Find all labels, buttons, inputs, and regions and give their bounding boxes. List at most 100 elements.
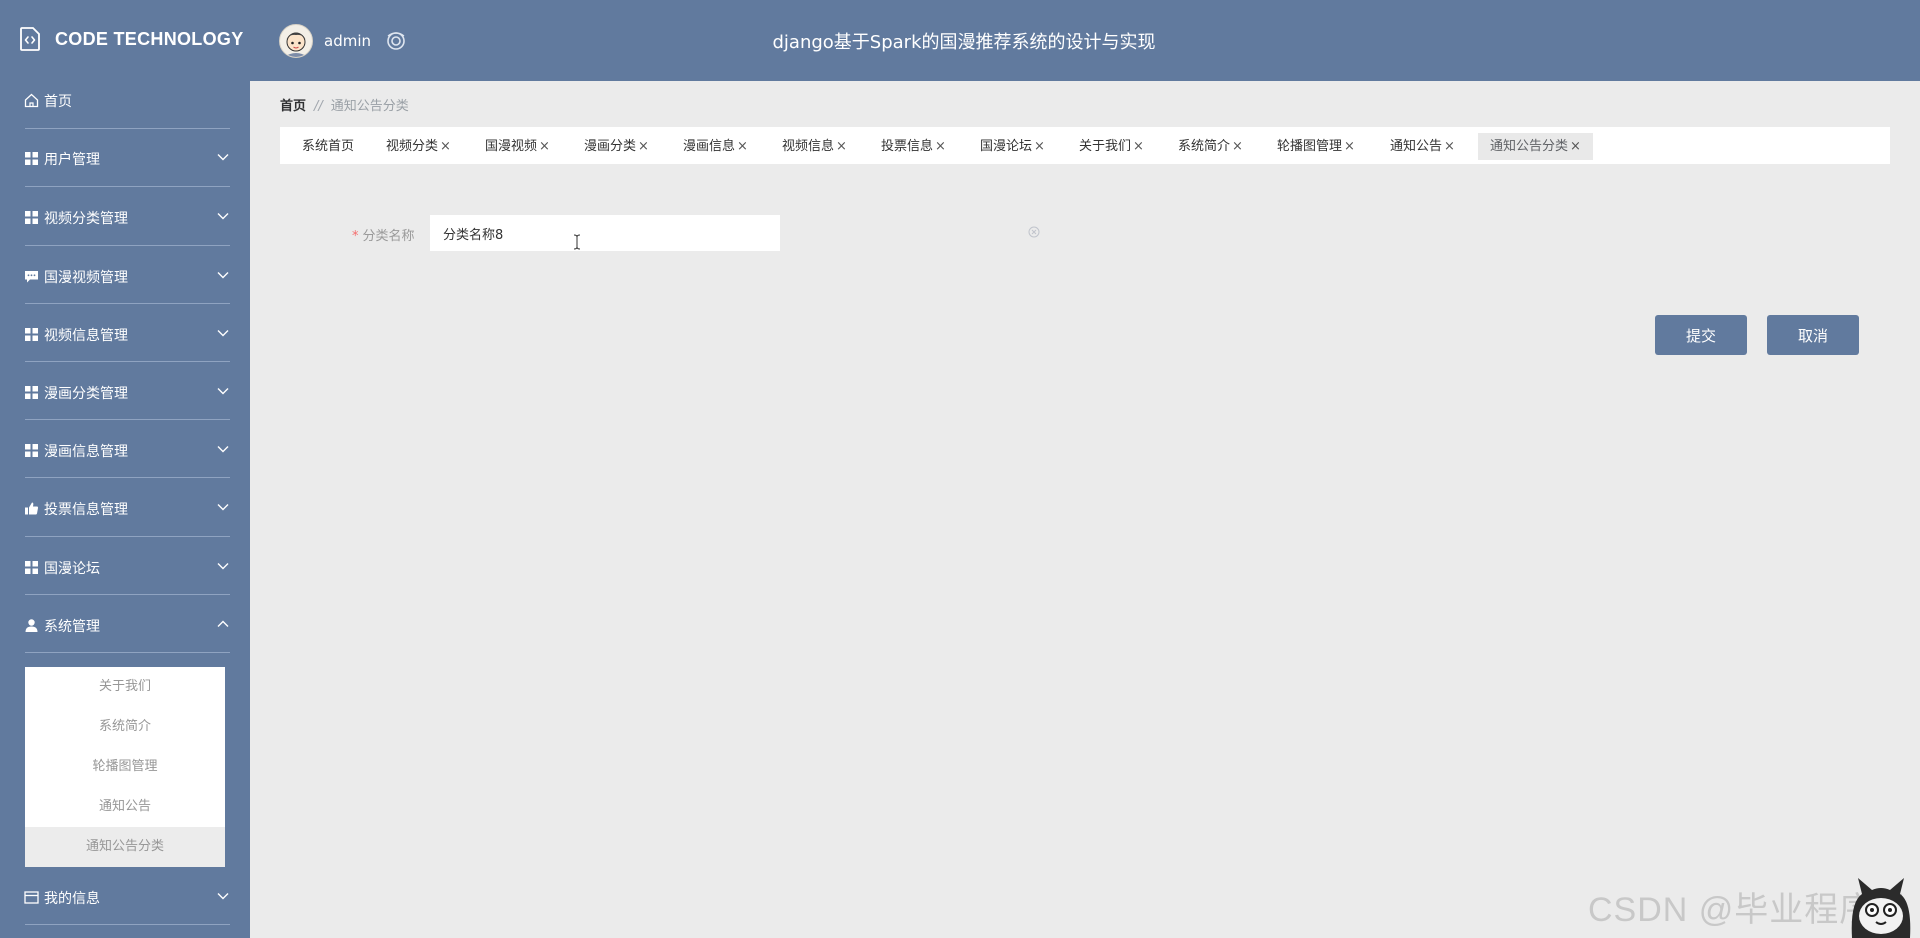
sidebar-item-label: 国漫论坛 — [44, 561, 100, 577]
tab-system-intro[interactable]: 系统简介 × — [1166, 133, 1255, 160]
sidebar-item-anime-video[interactable]: 国漫视频管理 — [0, 257, 250, 295]
close-icon[interactable]: × — [1133, 139, 1144, 154]
breadcrumb-separator: // — [314, 99, 323, 114]
category-name-label: * 分类名称 — [352, 225, 415, 244]
sidebar-item-vote-info[interactable]: 投票信息管理 — [0, 489, 250, 527]
submenu-item-notice-category[interactable]: 通知公告分类 — [25, 827, 225, 867]
tab-label: 关于我们 — [1079, 139, 1132, 154]
tab-label: 漫画分类 — [584, 139, 637, 154]
tab-comic-category[interactable]: 漫画分类 × — [572, 133, 661, 160]
divider — [25, 186, 230, 187]
close-icon[interactable]: × — [1034, 139, 1045, 154]
chevron-up-icon — [217, 620, 229, 627]
sidebar-item-my-info[interactable]: 我的信息 — [0, 878, 250, 916]
tab-vote-info[interactable]: 投票信息 × — [869, 133, 958, 160]
tab-forum[interactable]: 国漫论坛 × — [968, 133, 1057, 160]
tab-label: 视频信息 — [782, 139, 835, 154]
submenu-item-carousel[interactable]: 轮播图管理 — [25, 747, 225, 787]
close-icon[interactable]: × — [836, 139, 847, 154]
tab-label: 轮播图管理 — [1277, 139, 1343, 154]
cancel-button[interactable]: 取消 — [1767, 315, 1859, 355]
sidebar-item-comic-info[interactable]: 漫画信息管理 — [0, 431, 250, 469]
home-icon — [24, 93, 39, 108]
submenu-item-about[interactable]: 关于我们 — [25, 667, 225, 707]
mascot-cat-icon — [1851, 878, 1911, 938]
sidebar-item-label: 用户管理 — [44, 152, 100, 168]
sidebar-item-comic-category[interactable]: 漫画分类管理 — [0, 373, 250, 411]
close-icon[interactable]: × — [1344, 139, 1355, 154]
sidebar-item-system-management[interactable]: 系统管理 — [0, 606, 250, 644]
chevron-down-icon — [217, 213, 229, 220]
tab-notice-category[interactable]: 通知公告分类 × — [1478, 133, 1593, 160]
divider — [25, 477, 230, 478]
close-icon[interactable]: × — [1444, 139, 1455, 154]
tab-anime-video[interactable]: 国漫视频 × — [473, 133, 562, 160]
close-icon[interactable]: × — [638, 139, 649, 154]
chevron-down-icon — [217, 154, 229, 161]
tab-video-category[interactable]: 视频分类 × — [374, 133, 463, 160]
chat-icon — [25, 271, 38, 283]
category-name-input[interactable] — [430, 215, 780, 251]
chevron-down-icon — [217, 388, 229, 395]
tab-carousel[interactable]: 轮播图管理 × — [1265, 133, 1367, 160]
grid-icon — [25, 152, 38, 165]
sidebar-item-user-management[interactable]: 用户管理 — [0, 139, 250, 177]
close-icon[interactable]: × — [737, 139, 748, 154]
sidebar-item-label: 系统管理 — [44, 619, 100, 635]
breadcrumb: 首页 // 通知公告分类 — [280, 95, 409, 114]
breadcrumb-home[interactable]: 首页 — [280, 99, 306, 114]
tab-label: 系统简介 — [1178, 139, 1231, 154]
sidebar-item-home[interactable]: 首页 — [0, 81, 250, 119]
close-icon[interactable]: × — [1570, 139, 1581, 154]
tab-comic-info[interactable]: 漫画信息 × — [671, 133, 760, 160]
chevron-down-icon — [217, 504, 229, 511]
sidebar-item-label: 视频信息管理 — [44, 328, 128, 344]
divider — [25, 924, 230, 925]
sidebar: 首页 用户管理 视频分类管理 国漫视频管理 视频信息管理 漫画分类管理 漫画信息… — [0, 81, 250, 938]
chevron-down-icon — [217, 446, 229, 453]
sidebar-item-video-category[interactable]: 视频分类管理 — [0, 198, 250, 236]
user-icon — [25, 619, 38, 632]
grid-icon — [25, 211, 38, 224]
submit-button[interactable]: 提交 — [1655, 315, 1747, 355]
sidebar-item-label: 首页 — [44, 94, 72, 110]
tab-label: 投票信息 — [881, 139, 934, 154]
sidebar-item-forum[interactable]: 国漫论坛 — [0, 548, 250, 586]
tab-label: 通知公告分类 — [1490, 139, 1569, 154]
text-cursor-icon — [573, 234, 581, 250]
divider — [25, 419, 230, 420]
tab-notice[interactable]: 通知公告 × — [1378, 133, 1467, 160]
tab-about[interactable]: 关于我们 × — [1067, 133, 1156, 160]
divider — [25, 303, 230, 304]
sidebar-item-label: 我的信息 — [44, 891, 100, 907]
chevron-down-icon — [217, 330, 229, 337]
label-text: 分类名称 — [362, 229, 415, 244]
sidebar-item-label: 视频分类管理 — [44, 211, 128, 227]
tab-video-info[interactable]: 视频信息 × — [770, 133, 859, 160]
sidebar-item-video-info[interactable]: 视频信息管理 — [0, 315, 250, 353]
chevron-down-icon — [217, 272, 229, 279]
divider — [25, 361, 230, 362]
sidebar-item-label: 投票信息管理 — [44, 502, 128, 518]
tab-system-home[interactable]: 系统首页 — [290, 133, 366, 160]
close-icon[interactable]: × — [935, 139, 946, 154]
close-icon[interactable]: × — [1232, 139, 1243, 154]
grid-icon — [25, 561, 38, 574]
app-title: django基于Spark的国漫推荐系统的设计与实现 — [772, 32, 1156, 53]
tab-bar: 系统首页 视频分类 × 国漫视频 × 漫画分类 × 漫画信息 × 视频信息 × 投票信息 ×… — [280, 127, 1890, 164]
sidebar-item-label: 漫画分类管理 — [44, 386, 128, 402]
close-icon[interactable]: × — [539, 139, 550, 154]
sidebar-item-label: 漫画信息管理 — [44, 444, 128, 460]
close-icon[interactable]: × — [440, 139, 451, 154]
top-header: CODE TECHNOLOGY admin django基于Spark的国漫推荐… — [0, 0, 1920, 81]
divider — [25, 652, 230, 653]
chevron-down-icon — [217, 893, 229, 900]
system-submenu: 关于我们 系统简介 轮播图管理 通知公告 通知公告分类 — [25, 667, 225, 867]
clear-icon[interactable] — [1028, 226, 1040, 238]
submenu-item-notice[interactable]: 通知公告 — [25, 787, 225, 827]
submenu-item-system-intro[interactable]: 系统简介 — [25, 707, 225, 747]
tab-label: 国漫论坛 — [980, 139, 1033, 154]
divider — [25, 594, 230, 595]
divider — [25, 128, 230, 129]
tab-label: 通知公告 — [1390, 139, 1443, 154]
